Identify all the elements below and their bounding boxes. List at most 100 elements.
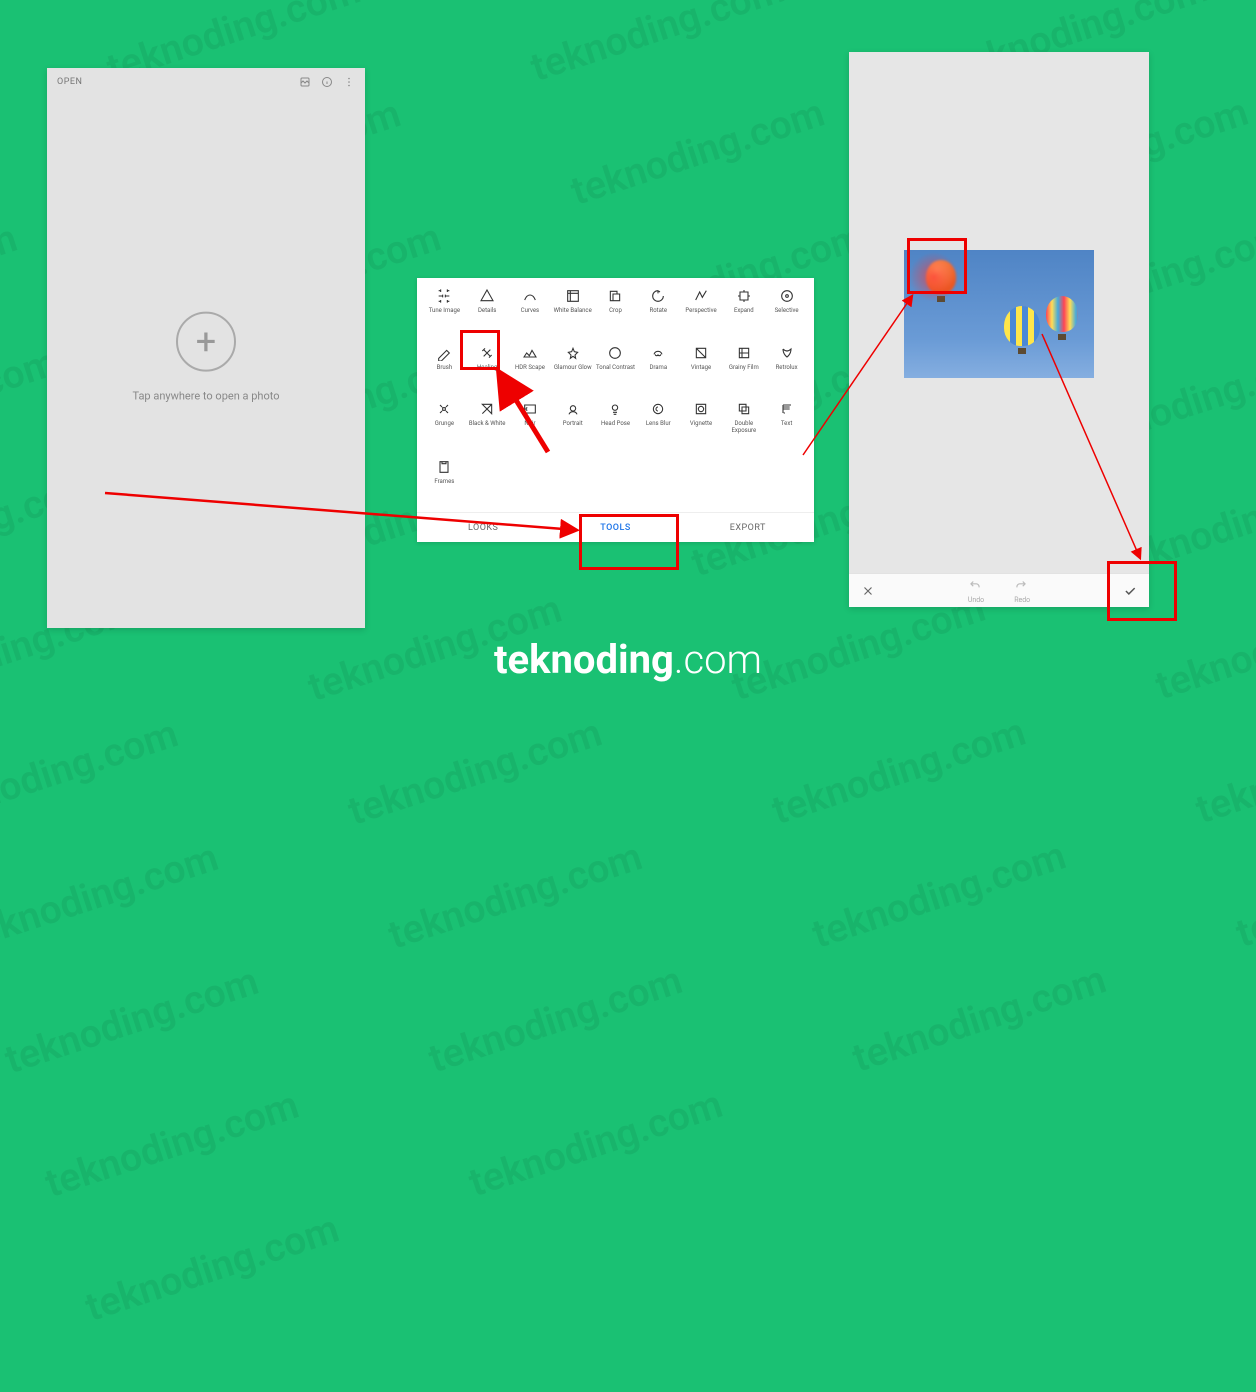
tool-crop[interactable]: Crop — [594, 288, 637, 335]
tool-label: Details — [478, 308, 496, 320]
tool-icon — [522, 401, 538, 417]
tool-label: Portrait — [563, 421, 583, 433]
apply-icon[interactable] — [1123, 584, 1137, 598]
tool-label: Double Exposure — [722, 421, 765, 434]
info-icon[interactable] — [321, 76, 333, 88]
tool-label: Head Pose — [601, 421, 630, 433]
tool-label: White Balance — [554, 308, 592, 320]
tool-icon — [479, 288, 495, 304]
tool-label: Tonal Contrast — [596, 365, 635, 377]
tool-label: Text — [781, 421, 792, 433]
tool-healing[interactable]: Healing — [466, 345, 509, 392]
tool-double-exposure[interactable]: Double Exposure — [722, 401, 765, 449]
tool-perspective[interactable]: Perspective — [680, 288, 723, 335]
tool-icon — [736, 345, 752, 361]
tool-icon — [693, 345, 709, 361]
tool-lens-blur[interactable]: Lens Blur — [637, 401, 680, 449]
tool-label: Black & White — [469, 421, 506, 433]
cancel-icon[interactable] — [861, 584, 875, 598]
tool-label: Healing — [477, 365, 497, 377]
tools-panel: Tune Image Details Curves White Balance Crop… — [417, 278, 814, 542]
tool-curves[interactable]: Curves — [509, 288, 552, 335]
tool-icon — [693, 401, 709, 417]
tool-expand[interactable]: Expand — [722, 288, 765, 335]
tool-icon — [607, 345, 623, 361]
tool-label: Selective — [775, 308, 799, 320]
tab-tools[interactable]: TOOLS — [549, 513, 681, 542]
tool-text[interactable]: Text — [765, 401, 808, 449]
tool-vintage[interactable]: Vintage — [680, 345, 723, 392]
tool-label: Crop — [609, 308, 622, 320]
tool-frames[interactable]: Frames — [423, 459, 466, 506]
more-icon[interactable] — [343, 76, 355, 88]
tool-icon — [479, 401, 495, 417]
tool-icon — [436, 401, 452, 417]
tool-icon — [650, 345, 666, 361]
tool-label: Perspective — [685, 308, 716, 320]
balloon-2 — [1004, 306, 1040, 354]
tool-grainy-film[interactable]: Grainy Film — [722, 345, 765, 392]
tool-icon — [607, 401, 623, 417]
tool-portrait[interactable]: Portrait — [551, 401, 594, 449]
tool-label: Glamour Glow — [554, 365, 592, 377]
redo-icon[interactable] — [1014, 578, 1028, 592]
tool-label: Vignette — [690, 421, 712, 433]
tool-brush[interactable]: Brush — [423, 345, 466, 392]
tool-tonal-contrast[interactable]: Tonal Contrast — [594, 345, 637, 392]
tool-vignette[interactable]: Vignette — [680, 401, 723, 449]
tool-icon — [565, 401, 581, 417]
tool-label: Expand — [734, 308, 754, 320]
tool-retrolux[interactable]: Retrolux — [765, 345, 808, 392]
tool-label: Lens Blur — [646, 421, 671, 433]
add-photo-button[interactable]: + — [176, 312, 236, 372]
tool-label: Grunge — [435, 421, 454, 433]
tool-icon — [565, 345, 581, 361]
tool-white-balance[interactable]: White Balance — [551, 288, 594, 335]
tool-label: Frames — [434, 479, 454, 491]
tool-label: Vintage — [691, 365, 711, 377]
top-icons — [299, 76, 355, 88]
healing-screen: Undo Redo — [849, 52, 1149, 607]
open-photo-screen: OPEN + Tap anywhere to open a photo — [47, 68, 365, 628]
tool-label: Grainy Film — [729, 365, 759, 377]
tool-icon — [650, 401, 666, 417]
tool-selective[interactable]: Selective — [765, 288, 808, 335]
open-label[interactable]: OPEN — [57, 77, 82, 87]
tool-icon — [779, 288, 795, 304]
undo-icon[interactable] — [968, 578, 982, 592]
tool-icon — [607, 288, 623, 304]
tool-icon — [436, 459, 452, 475]
tool-icon — [522, 345, 538, 361]
tool-black-white[interactable]: Black & White — [466, 401, 509, 449]
edits-icon[interactable] — [299, 76, 311, 88]
tool-head-pose[interactable]: Head Pose — [594, 401, 637, 449]
tool-rotate[interactable]: Rotate — [637, 288, 680, 335]
tool-icon — [779, 345, 795, 361]
tool-noir[interactable]: Noir — [509, 401, 552, 449]
tool-tune-image[interactable]: Tune Image — [423, 288, 466, 335]
tool-label: Drama — [649, 365, 667, 377]
tool-details[interactable]: Details — [466, 288, 509, 335]
redo-label: Redo — [1014, 596, 1030, 604]
tab-export[interactable]: EXPORT — [682, 513, 814, 542]
tool-label: Curves — [521, 308, 539, 320]
healing-brush-mark — [909, 252, 959, 302]
tool-label: Rotate — [650, 308, 668, 320]
tool-label: Tune Image — [429, 308, 460, 320]
tab-looks[interactable]: LOOKS — [417, 513, 549, 542]
tool-glamour-glow[interactable]: Glamour Glow — [551, 345, 594, 392]
tool-drama[interactable]: Drama — [637, 345, 680, 392]
tool-icon — [779, 401, 795, 417]
tool-hdr-scape[interactable]: HDR Scape — [509, 345, 552, 392]
tool-grunge[interactable]: Grunge — [423, 401, 466, 449]
tool-icon — [565, 288, 581, 304]
tool-label: Brush — [437, 365, 452, 377]
tool-icon — [650, 288, 666, 304]
tool-icon — [693, 288, 709, 304]
tool-label: HDR Scape — [515, 365, 545, 377]
tool-icon — [436, 345, 452, 361]
balloon-3 — [1046, 296, 1078, 340]
tool-label: Noir — [524, 421, 535, 433]
tool-icon — [736, 401, 752, 417]
open-photo-hint: Tap anywhere to open a photo — [132, 390, 279, 403]
